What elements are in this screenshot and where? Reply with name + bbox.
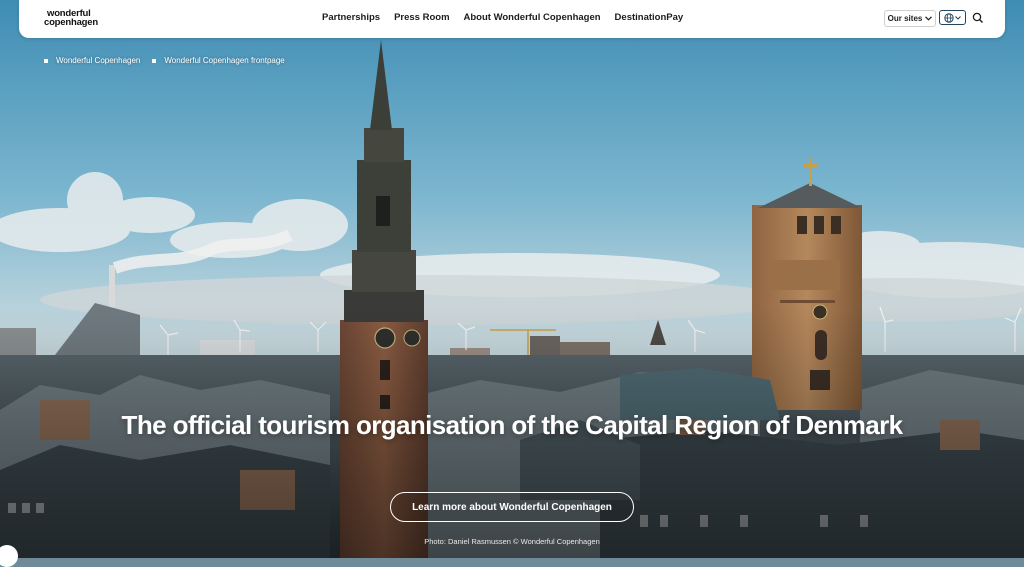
breadcrumb-label: Wonderful Copenhagen frontpage	[164, 56, 285, 65]
breadcrumb: Wonderful Copenhagen Wonderful Copenhage…	[44, 56, 297, 65]
square-bullet-icon	[44, 58, 48, 63]
hero-skyline-illustration	[0, 0, 1024, 558]
site-logo[interactable]: wonderful copenhagen	[44, 9, 98, 28]
nav-link-press-room[interactable]: Press Room	[394, 12, 449, 23]
breadcrumb-label: Wonderful Copenhagen	[56, 56, 141, 65]
top-navbar: wonderful copenhagen Partnerships Press …	[19, 0, 1005, 38]
main-nav: Partnerships Press Room About Wonderful …	[322, 12, 697, 23]
breadcrumb-item-home[interactable]: Wonderful Copenhagen	[44, 56, 140, 65]
breadcrumb-item-frontpage[interactable]: Wonderful Copenhagen frontpage	[152, 56, 285, 65]
chevron-down-icon	[955, 15, 961, 20]
photo-credit: Photo: Daniel Rasmussen © Wonderful Cope…	[424, 537, 600, 546]
language-selector[interactable]	[939, 10, 966, 25]
search-icon	[972, 12, 983, 23]
hero-image	[0, 0, 1024, 558]
nav-link-partnerships[interactable]: Partnerships	[322, 12, 380, 23]
our-sites-dropdown[interactable]: Our sites	[884, 10, 936, 27]
nav-link-about[interactable]: About Wonderful Copenhagen	[464, 12, 601, 23]
nav-link-destinationpay[interactable]: DestinationPay	[615, 12, 684, 23]
hero-headline: The official tourism organisation of the…	[121, 410, 904, 440]
globe-icon	[944, 12, 954, 23]
chevron-down-icon	[925, 16, 933, 21]
square-bullet-icon	[152, 58, 157, 63]
learn-more-button[interactable]: Learn more about Wonderful Copenhagen	[390, 492, 634, 522]
search-button[interactable]	[971, 11, 985, 25]
accessibility-badge[interactable]	[0, 545, 18, 567]
logo-line-copenhagen: copenhagen	[44, 17, 98, 28]
our-sites-label: Our sites	[887, 14, 923, 23]
